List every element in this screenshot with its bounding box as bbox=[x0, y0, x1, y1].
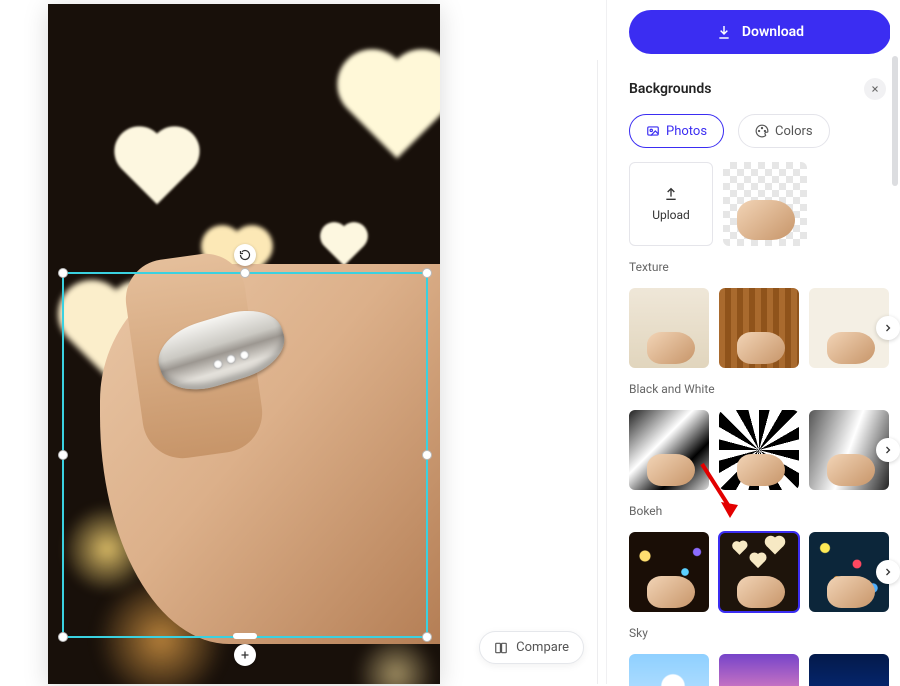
bg-option-sky-2[interactable] bbox=[719, 654, 799, 686]
right-panel: Download Backgrounds Photos Colors Uploa… bbox=[606, 0, 900, 684]
download-button[interactable]: Download bbox=[629, 10, 891, 54]
resize-handle-tr[interactable] bbox=[422, 268, 432, 278]
backgrounds-title: Backgrounds bbox=[629, 81, 711, 97]
close-icon bbox=[870, 84, 880, 94]
photos-icon bbox=[646, 124, 660, 138]
bg-option-sky-3[interactable] bbox=[809, 654, 889, 686]
bg-option-texture-1[interactable] bbox=[629, 288, 709, 368]
image-canvas[interactable] bbox=[48, 4, 440, 684]
plus-icon bbox=[239, 649, 251, 661]
bg-option-bokeh-2[interactable] bbox=[719, 532, 799, 612]
rotate-handle[interactable] bbox=[234, 244, 256, 266]
resize-handle-mr[interactable] bbox=[422, 450, 432, 460]
editor-canvas-area: Compare bbox=[0, 0, 606, 684]
resize-handle-br[interactable] bbox=[422, 632, 432, 642]
bg-option-texture-2[interactable] bbox=[719, 288, 799, 368]
bg-option-bokeh-1[interactable] bbox=[629, 532, 709, 612]
download-icon bbox=[716, 24, 732, 40]
tab-colors[interactable]: Colors bbox=[738, 114, 830, 148]
upload-background-button[interactable]: Upload bbox=[629, 162, 713, 246]
colors-icon bbox=[755, 124, 769, 138]
transparent-background-option[interactable] bbox=[723, 162, 807, 246]
chevron-right-icon bbox=[882, 444, 894, 456]
resize-handle-tm[interactable] bbox=[240, 268, 250, 278]
compare-label: Compare bbox=[516, 640, 569, 655]
add-handle[interactable] bbox=[234, 644, 256, 666]
tab-photos[interactable]: Photos bbox=[629, 114, 724, 148]
resize-handle-tl[interactable] bbox=[58, 268, 68, 278]
bg-option-sky-1[interactable] bbox=[629, 654, 709, 686]
selection-box[interactable] bbox=[62, 272, 428, 638]
scroll-right-texture[interactable] bbox=[876, 316, 900, 340]
scroll-right-bokeh[interactable] bbox=[876, 560, 900, 584]
category-label-bw: Black and White bbox=[629, 382, 894, 396]
chevron-right-icon bbox=[882, 322, 894, 334]
chevron-right-icon bbox=[882, 566, 894, 578]
upload-label: Upload bbox=[652, 208, 690, 222]
download-label: Download bbox=[742, 24, 804, 40]
resize-handle-bm[interactable] bbox=[233, 633, 257, 639]
bg-option-bw-2[interactable] bbox=[719, 410, 799, 490]
category-label-sky: Sky bbox=[629, 626, 894, 640]
resize-handle-bl[interactable] bbox=[58, 632, 68, 642]
category-label-texture: Texture bbox=[629, 260, 894, 274]
compare-button[interactable]: Compare bbox=[479, 631, 584, 664]
category-label-bokeh: Bokeh bbox=[629, 504, 894, 518]
tab-colors-label: Colors bbox=[775, 124, 813, 139]
rotate-icon bbox=[239, 249, 251, 261]
scroll-right-bw[interactable] bbox=[876, 438, 900, 462]
close-backgrounds-button[interactable] bbox=[864, 78, 886, 100]
bg-option-bw-1[interactable] bbox=[629, 410, 709, 490]
resize-handle-ml[interactable] bbox=[58, 450, 68, 460]
compare-icon bbox=[494, 641, 508, 655]
upload-icon bbox=[663, 186, 679, 202]
tab-photos-label: Photos bbox=[666, 124, 707, 139]
